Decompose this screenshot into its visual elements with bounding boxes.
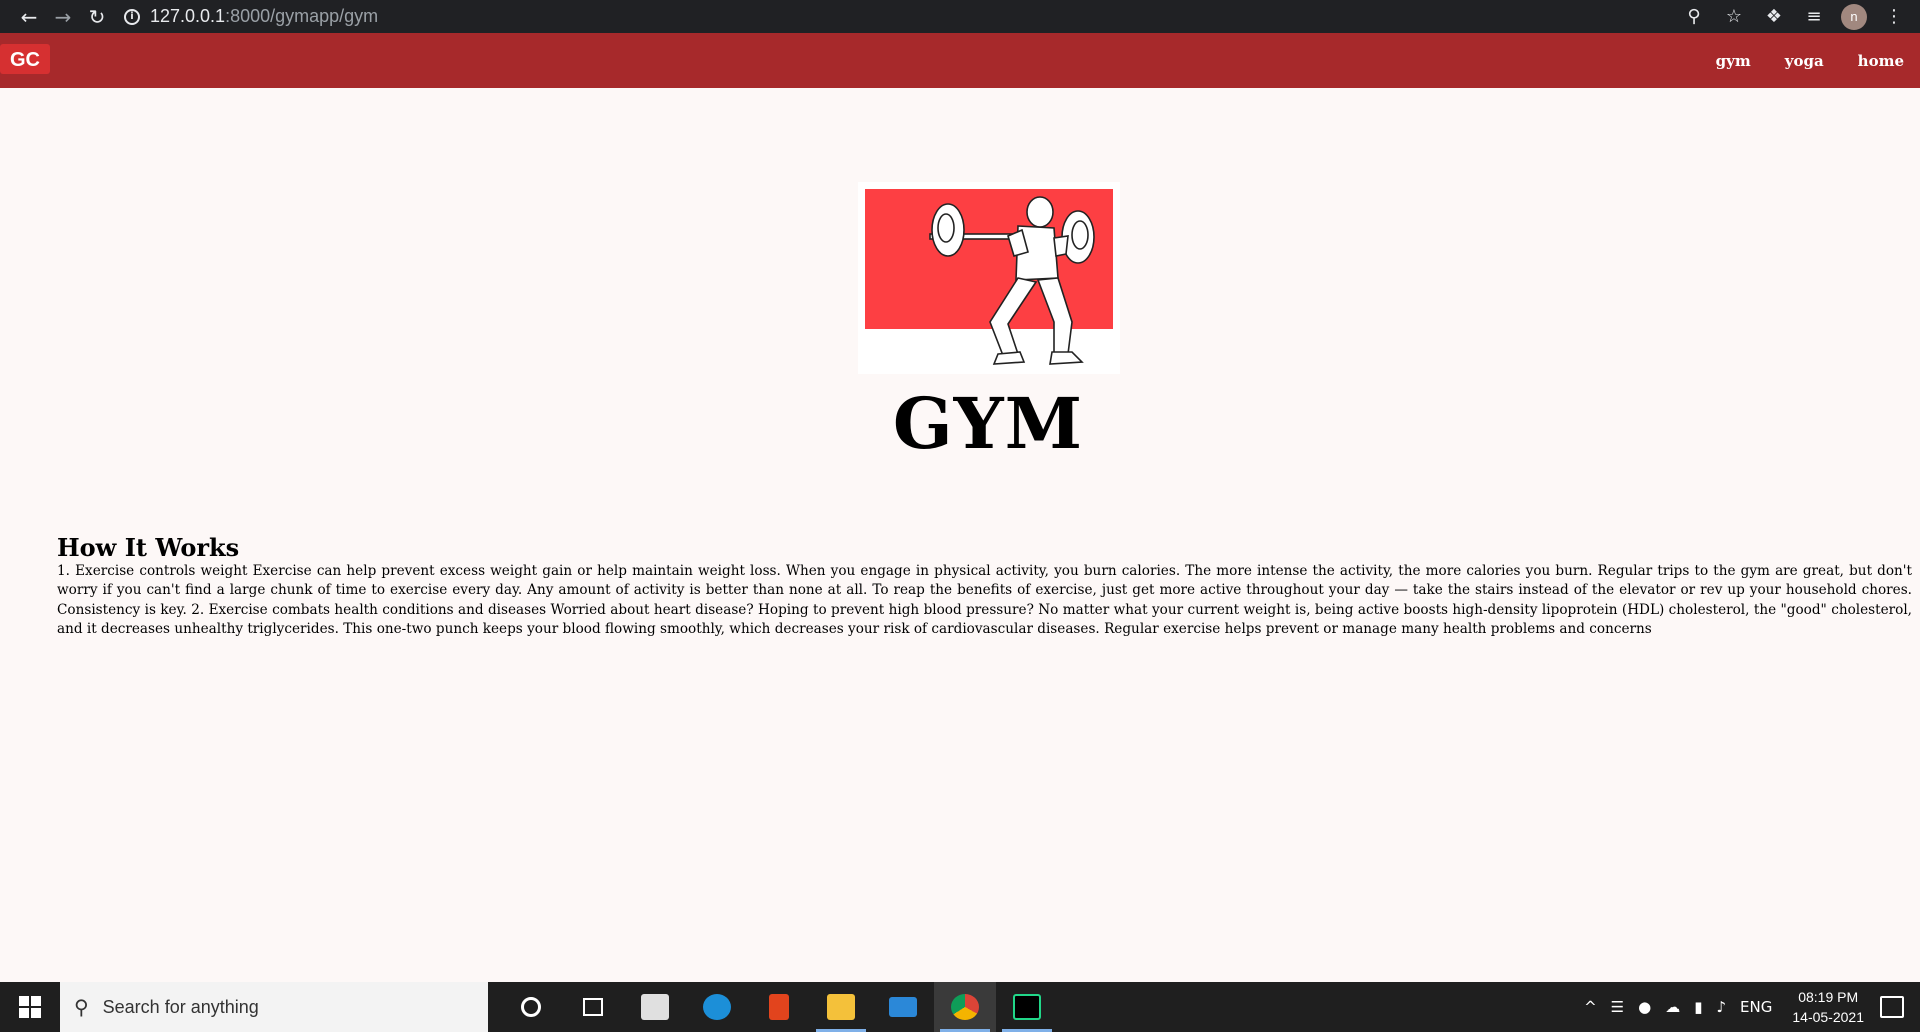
nav-link-gym[interactable]: gym [1716, 52, 1751, 70]
how-it-works-heading: How It Works [57, 533, 240, 562]
url-text[interactable]: 127.0.0.1:8000/gymapp/gym [150, 6, 378, 27]
weightlifter-illustration [929, 196, 1095, 365]
mail-icon[interactable] [872, 982, 934, 1032]
wifi-icon[interactable]: ☰ [1611, 998, 1624, 1016]
nav-links: gym yoga home [1716, 33, 1920, 88]
profile-avatar[interactable]: n [1834, 0, 1874, 33]
pycharm-icon[interactable] [996, 982, 1058, 1032]
svg-text:GC: GC [10, 49, 40, 71]
task-view-icon[interactable] [562, 982, 624, 1032]
back-arrow-icon[interactable]: ← [12, 0, 46, 33]
extensions-puzzle-icon[interactable]: ❖ [1754, 0, 1794, 33]
edge-browser-icon[interactable] [686, 982, 748, 1032]
taskbar-search[interactable]: ⚲ Search for anything [60, 982, 488, 1032]
clock[interactable]: 08:19 PM 14-05-2021 [1792, 987, 1864, 1027]
menu-kebab-icon[interactable]: ⋮ [1874, 0, 1914, 33]
search-icon: ⚲ [74, 995, 89, 1019]
how-it-works-body: 1. Exercise controls weight Exercise can… [57, 563, 1912, 637]
zoom-icon[interactable]: ⚲ [1674, 0, 1714, 33]
gym-hero-image [858, 182, 1120, 374]
chevron-up-icon[interactable]: ^ [1584, 998, 1597, 1016]
nav-link-home[interactable]: home [1858, 52, 1904, 70]
microphone-icon[interactable]: ● [1638, 998, 1651, 1016]
start-button[interactable] [0, 982, 60, 1032]
system-tray: ^ ☰ ● ☁ ▮ ♪ ENG 08:19 PM 14-05-2021 [1584, 982, 1920, 1032]
windows-taskbar: ⚲ Search for anything ^ ☰ ● ☁ ▮ ♪ ENG 08… [0, 982, 1920, 1032]
avatar[interactable]: n [1841, 3, 1867, 30]
windows-logo-icon [19, 996, 41, 1018]
page-title: GYM [892, 382, 1084, 465]
nav-link-yoga[interactable]: yoga [1785, 52, 1824, 70]
browser-toolbar: ← → ↻ i 127.0.0.1:8000/gymapp/gym ⚲ ☆ ❖ … [0, 0, 1920, 33]
chrome-icon[interactable] [934, 982, 996, 1032]
site-logo[interactable]: GC [0, 44, 50, 74]
notification-center-icon[interactable] [1880, 996, 1904, 1018]
language-indicator[interactable]: ENG [1740, 998, 1772, 1016]
office-icon[interactable] [748, 982, 810, 1032]
cortana-icon[interactable] [500, 982, 562, 1032]
clock-date: 14-05-2021 [1792, 1009, 1864, 1025]
bookmark-star-icon[interactable]: ☆ [1714, 0, 1754, 33]
volume-icon[interactable]: ♪ [1716, 998, 1726, 1016]
file-explorer-icon[interactable] [810, 982, 872, 1032]
site-navbar: GC gym yoga home [0, 33, 1920, 88]
site-info-icon[interactable]: i [124, 8, 140, 25]
battery-icon[interactable]: ▮ [1694, 998, 1702, 1016]
microsoft-store-icon[interactable] [624, 982, 686, 1032]
address-bar[interactable]: i 127.0.0.1:8000/gymapp/gym [124, 0, 1674, 33]
media-queue-icon[interactable]: ≡ [1794, 0, 1834, 33]
taskbar-search-placeholder: Search for anything [102, 996, 259, 1017]
reload-icon[interactable]: ↻ [80, 0, 114, 33]
onedrive-icon[interactable]: ☁ [1665, 998, 1680, 1016]
forward-arrow-icon[interactable]: → [46, 0, 80, 33]
clock-time: 08:19 PM [1798, 989, 1859, 1005]
